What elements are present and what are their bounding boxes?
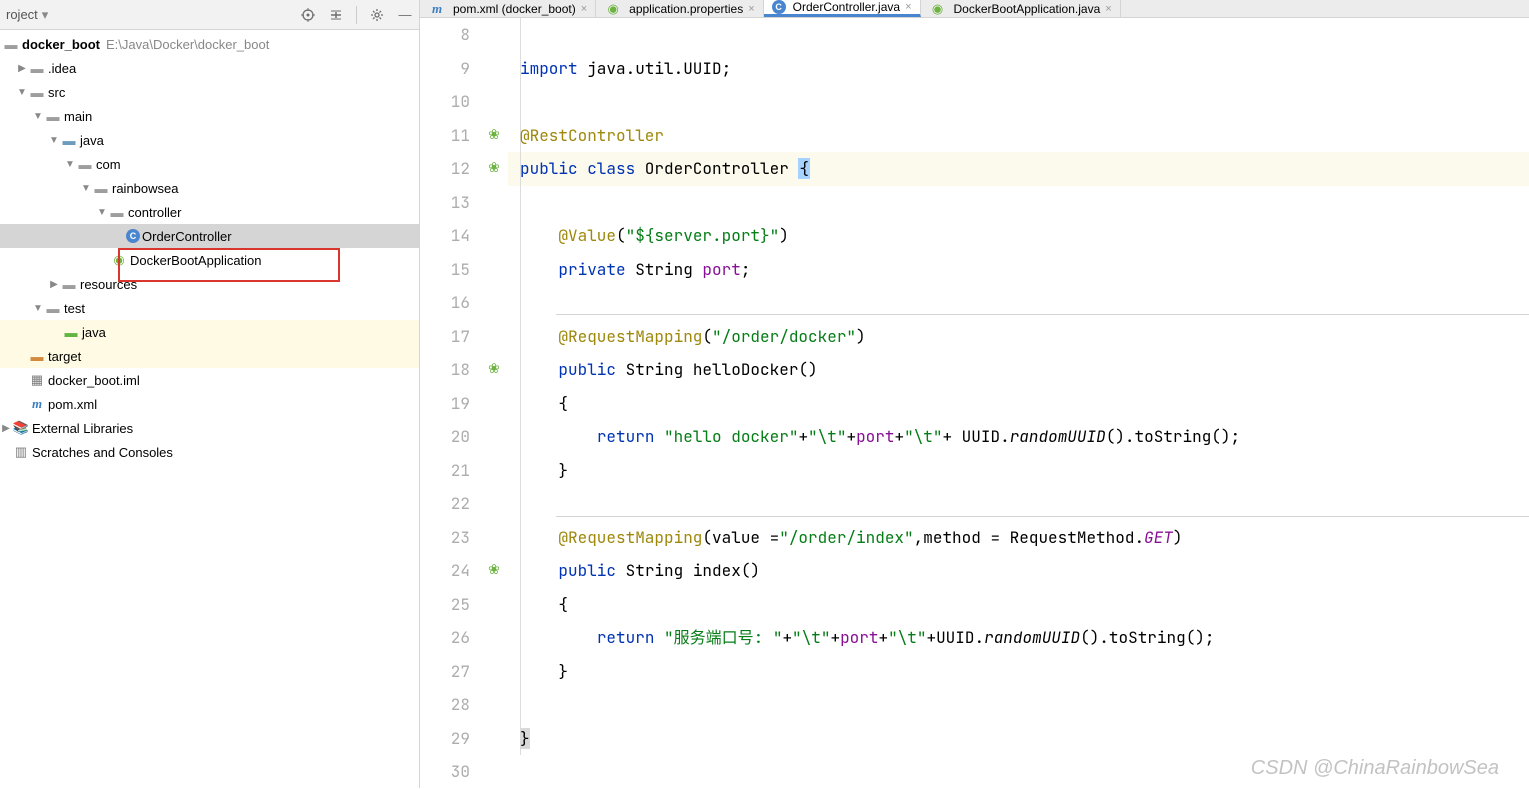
tree-com[interactable]: ▼▬ com	[0, 152, 419, 176]
tree-idea[interactable]: ▶▬ .idea	[0, 56, 419, 80]
close-icon[interactable]: ×	[581, 3, 587, 15]
package-icon: ▬	[76, 156, 94, 172]
tree-test-java[interactable]: ▬ java	[0, 320, 419, 344]
tree-ext-libs[interactable]: ▶📚 External Libraries	[0, 416, 419, 440]
hide-icon[interactable]: —	[397, 7, 413, 23]
folder-icon: ▬	[62, 324, 80, 340]
code-editor[interactable]: 8910111213141516171819202122232425262728…	[420, 18, 1529, 789]
settings-icon[interactable]	[369, 7, 385, 23]
tree-ordercontroller[interactable]: C OrderController	[0, 224, 419, 248]
project-tree: ▬ docker_boot E:\Java\Docker\docker_boot…	[0, 30, 419, 788]
tab-application-properties[interactable]: ◉ application.properties ×	[596, 0, 764, 17]
folder-icon: ▬	[44, 108, 62, 124]
locate-icon[interactable]	[300, 7, 316, 23]
tree-main[interactable]: ▼▬ main	[0, 104, 419, 128]
tree-src[interactable]: ▼▬ src	[0, 80, 419, 104]
library-icon: 📚	[12, 420, 30, 436]
expand-icon[interactable]	[328, 7, 344, 23]
class-icon: C	[772, 0, 786, 14]
tab-ordercontroller[interactable]: C OrderController.java ×	[764, 0, 921, 17]
tree-dockerbootapp[interactable]: ◉ DockerBootApplication	[0, 248, 419, 272]
editor-area: m pom.xml (docker_boot) × ◉ application.…	[420, 0, 1529, 788]
maven-icon: m	[28, 396, 46, 412]
tree-controller[interactable]: ▼▬ controller	[0, 200, 419, 224]
tree-scratches[interactable]: ▶▥ Scratches and Consoles	[0, 440, 419, 464]
code-content[interactable]: import java.util.UUID; @RestController p…	[508, 18, 1529, 789]
spring-icon: ◉	[929, 1, 947, 17]
folder-icon: ▬	[44, 300, 62, 316]
tab-dockerbootapp[interactable]: ◉ DockerBootApplication.java ×	[921, 0, 1121, 17]
close-icon[interactable]: ×	[748, 3, 754, 15]
tab-pom[interactable]: m pom.xml (docker_boot) ×	[420, 0, 596, 17]
folder-icon: ▬	[28, 60, 46, 76]
watermark: CSDN @ChinaRainbowSea	[1251, 757, 1499, 780]
maven-icon: m	[428, 1, 446, 17]
spring-icon: ◉	[604, 1, 622, 17]
spring-icon: ◉	[110, 252, 128, 268]
tree-java[interactable]: ▼▬ java	[0, 128, 419, 152]
spring-gutter-icon[interactable]: ❀	[488, 152, 500, 186]
sidebar-header: roject▾ —	[0, 0, 419, 30]
tree-pom[interactable]: ▶m pom.xml	[0, 392, 419, 416]
spring-gutter-icon[interactable]: ❀	[488, 353, 500, 387]
project-sidebar: roject▾ — ▬ docker_boot E:\Java\Docker\d…	[0, 0, 420, 788]
file-icon: ▦	[28, 372, 46, 388]
tree-iml[interactable]: ▶▦ docker_boot.iml	[0, 368, 419, 392]
gutter-icons: ❀ ❀ ❀ ❀	[480, 18, 508, 789]
tree-target[interactable]: ▶▬ target	[0, 344, 419, 368]
project-icon: ▬	[2, 36, 20, 52]
spring-gutter-icon[interactable]: ❀	[488, 119, 500, 153]
editor-tabs: m pom.xml (docker_boot) × ◉ application.…	[420, 0, 1529, 18]
close-icon[interactable]: ×	[905, 1, 911, 13]
package-icon: ▬	[92, 180, 110, 196]
tree-test[interactable]: ▼▬ test	[0, 296, 419, 320]
tree-rainbowsea[interactable]: ▼▬ rainbowsea	[0, 176, 419, 200]
line-gutter: 8910111213141516171819202122232425262728…	[420, 18, 480, 789]
folder-icon: ▬	[60, 276, 78, 292]
folder-icon: ▬	[60, 132, 78, 148]
separator	[356, 6, 357, 24]
close-icon[interactable]: ×	[1105, 3, 1111, 15]
sidebar-title[interactable]: roject▾	[6, 7, 300, 23]
scratches-icon: ▥	[12, 444, 30, 460]
tree-resources[interactable]: ▶▬ resources	[0, 272, 419, 296]
folder-icon: ▬	[28, 348, 46, 364]
spring-gutter-icon[interactable]: ❀	[488, 554, 500, 588]
package-icon: ▬	[108, 204, 126, 220]
class-icon: C	[126, 229, 140, 243]
folder-icon: ▬	[28, 84, 46, 100]
tree-project-root[interactable]: ▬ docker_boot E:\Java\Docker\docker_boot	[0, 32, 419, 56]
